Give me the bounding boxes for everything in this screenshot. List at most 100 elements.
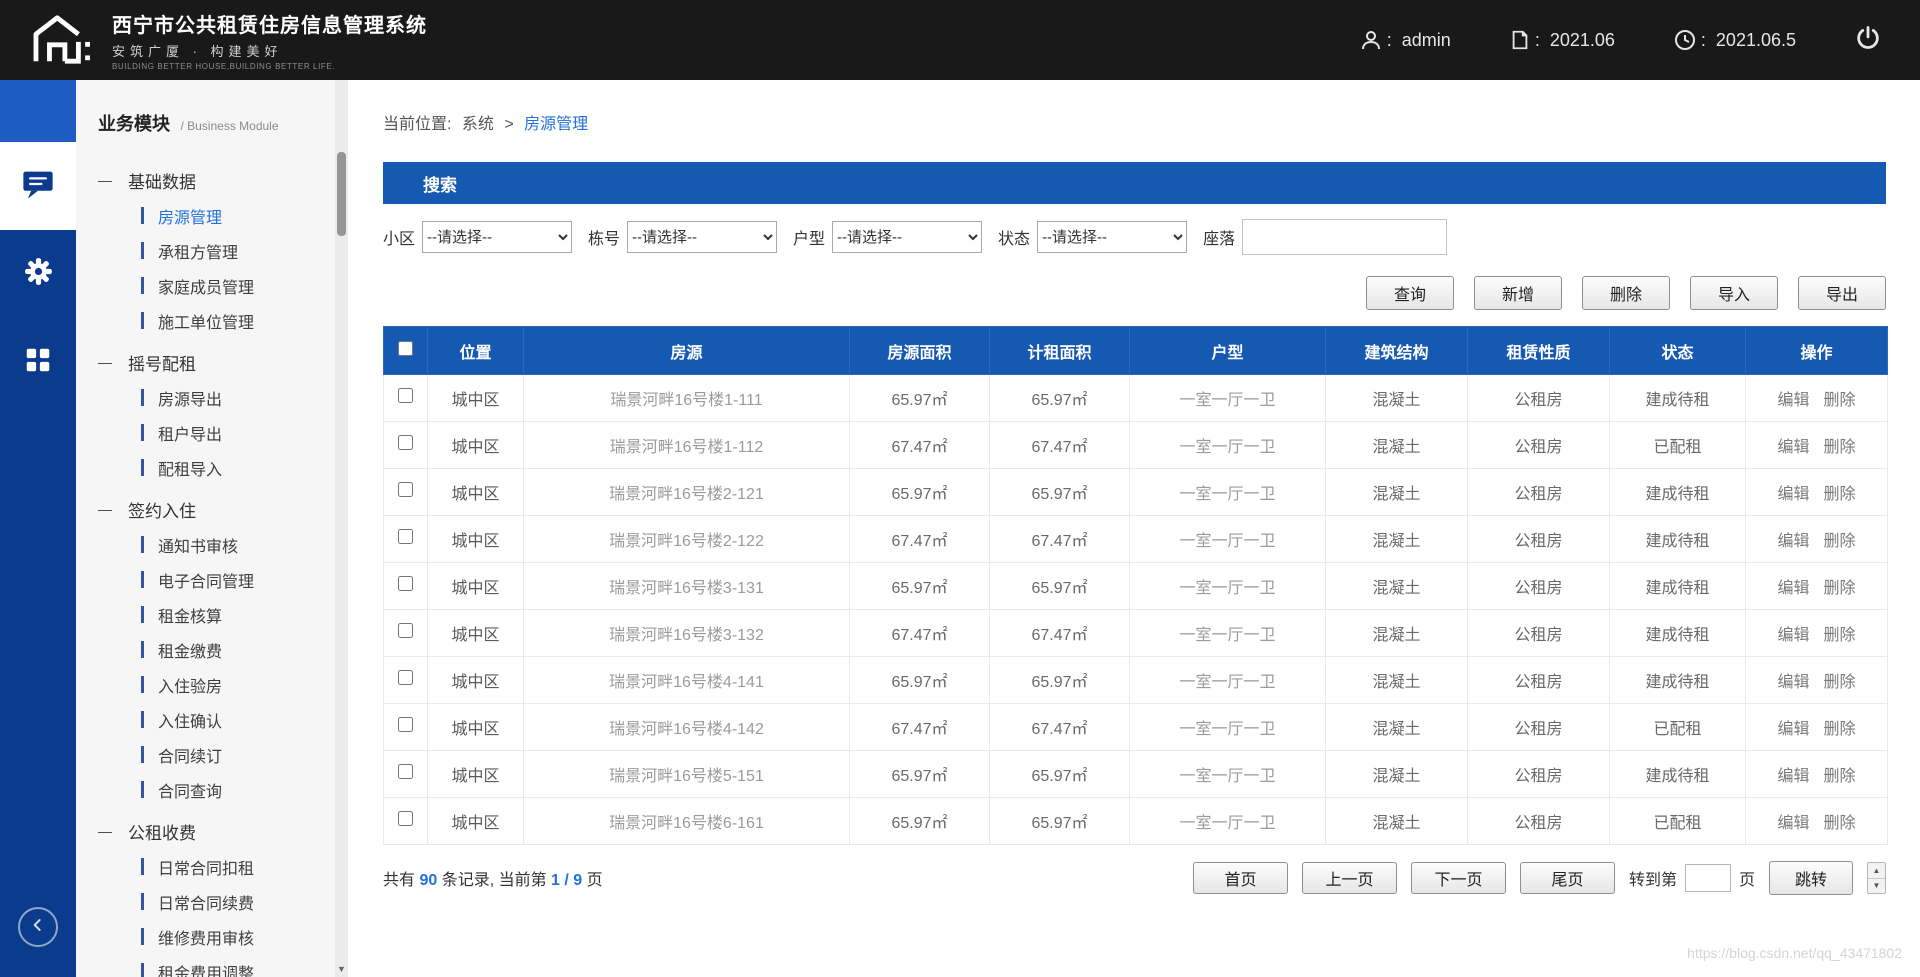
column-header: 建筑结构 — [1326, 327, 1468, 375]
date-info: : 2021.06.5 — [1673, 28, 1796, 52]
sidebar-item[interactable]: 日常合同续费 — [76, 884, 348, 919]
sidebar-item[interactable]: 合同续订 — [76, 737, 348, 772]
query-button[interactable]: 查询 — [1366, 276, 1454, 310]
summary-mid: 条记录, 当前第 — [437, 872, 551, 889]
sidebar-item[interactable]: 入住验房 — [76, 667, 348, 702]
sidebar-item[interactable]: 租金核算 — [76, 597, 348, 632]
rail-item-business-module[interactable] — [0, 142, 76, 230]
filter-select-community[interactable]: --请选择-- — [422, 221, 572, 253]
filter-select-status[interactable]: --请选择-- — [1037, 221, 1187, 253]
sidebar-group-public-rental-fees[interactable]: —公租收费 — [76, 813, 348, 849]
row-checkbox[interactable] — [398, 717, 413, 732]
colon: : — [1387, 30, 1392, 51]
sidebar-item[interactable]: 日常合同扣租 — [76, 849, 348, 884]
table-cell: 瑞景河畔16号楼2-122 — [524, 516, 850, 563]
sidebar-item[interactable]: 合同查询 — [76, 772, 348, 807]
edit-link[interactable]: 编辑 — [1777, 533, 1809, 550]
sidebar-item[interactable]: 维修费用审核 — [76, 919, 348, 954]
sidebar-item[interactable]: 租户导出 — [76, 415, 348, 450]
sidebar-item[interactable]: 房源导出 — [76, 380, 348, 415]
power-button[interactable] — [1854, 24, 1882, 57]
first-page-button[interactable]: 首页 — [1193, 862, 1288, 894]
row-checkbox[interactable] — [398, 388, 413, 403]
sidebar-group-basic-data[interactable]: —基础数据 — [76, 162, 348, 198]
edit-link[interactable]: 编辑 — [1777, 815, 1809, 832]
select-all-checkbox[interactable] — [398, 341, 413, 356]
edit-link[interactable]: 编辑 — [1777, 627, 1809, 644]
row-checkbox[interactable] — [398, 764, 413, 779]
row-checkbox[interactable] — [398, 670, 413, 685]
spinner-up-icon[interactable]: ▲ — [1868, 863, 1885, 879]
import-button[interactable]: 导入 — [1690, 276, 1778, 310]
jump-button[interactable]: 跳转 — [1769, 861, 1853, 895]
page-spinner[interactable]: ▲ ▼ — [1867, 862, 1886, 894]
delete-link[interactable]: 删除 — [1824, 580, 1856, 597]
export-button[interactable]: 导出 — [1798, 276, 1886, 310]
prev-page-button[interactable]: 上一页 — [1302, 862, 1397, 894]
table-cell: 67.47㎡ — [850, 704, 990, 751]
delete-link[interactable]: 删除 — [1824, 533, 1856, 550]
delete-link[interactable]: 删除 — [1824, 674, 1856, 691]
sidebar-item[interactable]: 施工单位管理 — [76, 303, 348, 338]
delete-link[interactable]: 删除 — [1824, 815, 1856, 832]
row-checkbox[interactable] — [398, 529, 413, 544]
edit-link[interactable]: 编辑 — [1777, 439, 1809, 456]
delete-link[interactable]: 删除 — [1824, 768, 1856, 785]
row-checkbox[interactable] — [398, 482, 413, 497]
delete-link[interactable]: 删除 — [1824, 486, 1856, 503]
row-actions-cell: 编辑删除 — [1746, 657, 1888, 704]
sidebar-item[interactable]: 电子合同管理 — [76, 562, 348, 597]
back-button[interactable] — [18, 907, 58, 947]
collapse-icon: — — [98, 172, 122, 188]
breadcrumb-separator: > — [504, 116, 513, 133]
sidebar-item[interactable]: 租金费用调整 — [76, 954, 348, 977]
edit-link[interactable]: 编辑 — [1777, 721, 1809, 738]
delete-link[interactable]: 删除 — [1824, 721, 1856, 738]
apps-grid-icon — [23, 345, 53, 380]
row-check-cell — [384, 798, 428, 845]
edit-link[interactable]: 编辑 — [1777, 486, 1809, 503]
sidebar-group-signing-checkin[interactable]: —签约入住 — [76, 491, 348, 527]
delete-link[interactable]: 删除 — [1824, 627, 1856, 644]
delete-link[interactable]: 删除 — [1824, 392, 1856, 409]
goto-page-input[interactable] — [1685, 864, 1731, 892]
filter-select-layout[interactable]: --请选择-- — [832, 221, 982, 253]
table-row: 城中区瑞景河畔16号楼5-15165.97㎡65.97㎡一室一厅一卫混凝土公租房… — [384, 751, 1888, 798]
edit-link[interactable]: 编辑 — [1777, 392, 1809, 409]
rail-item-apps[interactable] — [0, 318, 76, 406]
add-button[interactable]: 新增 — [1474, 276, 1562, 310]
scrollbar-thumb[interactable] — [337, 152, 346, 236]
row-checkbox[interactable] — [398, 811, 413, 826]
row-checkbox[interactable] — [398, 576, 413, 591]
spinner-down-icon[interactable]: ▼ — [1868, 879, 1885, 894]
table-cell: 瑞景河畔16号楼5-151 — [524, 751, 850, 798]
table-cell: 瑞景河畔16号楼1-111 — [524, 375, 850, 422]
delete-button[interactable]: 删除 — [1582, 276, 1670, 310]
edit-link[interactable]: 编辑 — [1777, 674, 1809, 691]
sidebar-item[interactable]: 配租导入 — [76, 450, 348, 485]
table-cell: 一室一厅一卫 — [1130, 704, 1326, 751]
sidebar-item[interactable]: 入住确认 — [76, 702, 348, 737]
rail-highlight-block[interactable] — [0, 80, 76, 142]
sidebar-scrollbar[interactable]: ▼ — [335, 80, 348, 977]
sidebar-item[interactable]: 房源管理 — [76, 198, 348, 233]
table-cell: 瑞景河畔16号楼1-112 — [524, 422, 850, 469]
sidebar-group-lottery-allocation[interactable]: —摇号配租 — [76, 344, 348, 380]
row-checkbox[interactable] — [398, 435, 413, 450]
sidebar-item[interactable]: 承租方管理 — [76, 233, 348, 268]
sidebar-item[interactable]: 家庭成员管理 — [76, 268, 348, 303]
scroll-down-button[interactable]: ▼ — [335, 964, 348, 974]
edit-link[interactable]: 编辑 — [1777, 768, 1809, 785]
edit-link[interactable]: 编辑 — [1777, 580, 1809, 597]
rail-item-settings[interactable] — [0, 230, 76, 318]
last-page-button[interactable]: 尾页 — [1520, 862, 1615, 894]
sidebar-item[interactable]: 通知书审核 — [76, 527, 348, 562]
breadcrumb-root[interactable]: 系统 — [462, 116, 494, 133]
item-label: 日常合同扣租 — [158, 855, 254, 879]
filter-input-address[interactable] — [1242, 219, 1447, 255]
next-page-button[interactable]: 下一页 — [1411, 862, 1506, 894]
filter-select-building[interactable]: --请选择-- — [627, 221, 777, 253]
delete-link[interactable]: 删除 — [1824, 439, 1856, 456]
sidebar-item[interactable]: 租金缴费 — [76, 632, 348, 667]
row-checkbox[interactable] — [398, 623, 413, 638]
